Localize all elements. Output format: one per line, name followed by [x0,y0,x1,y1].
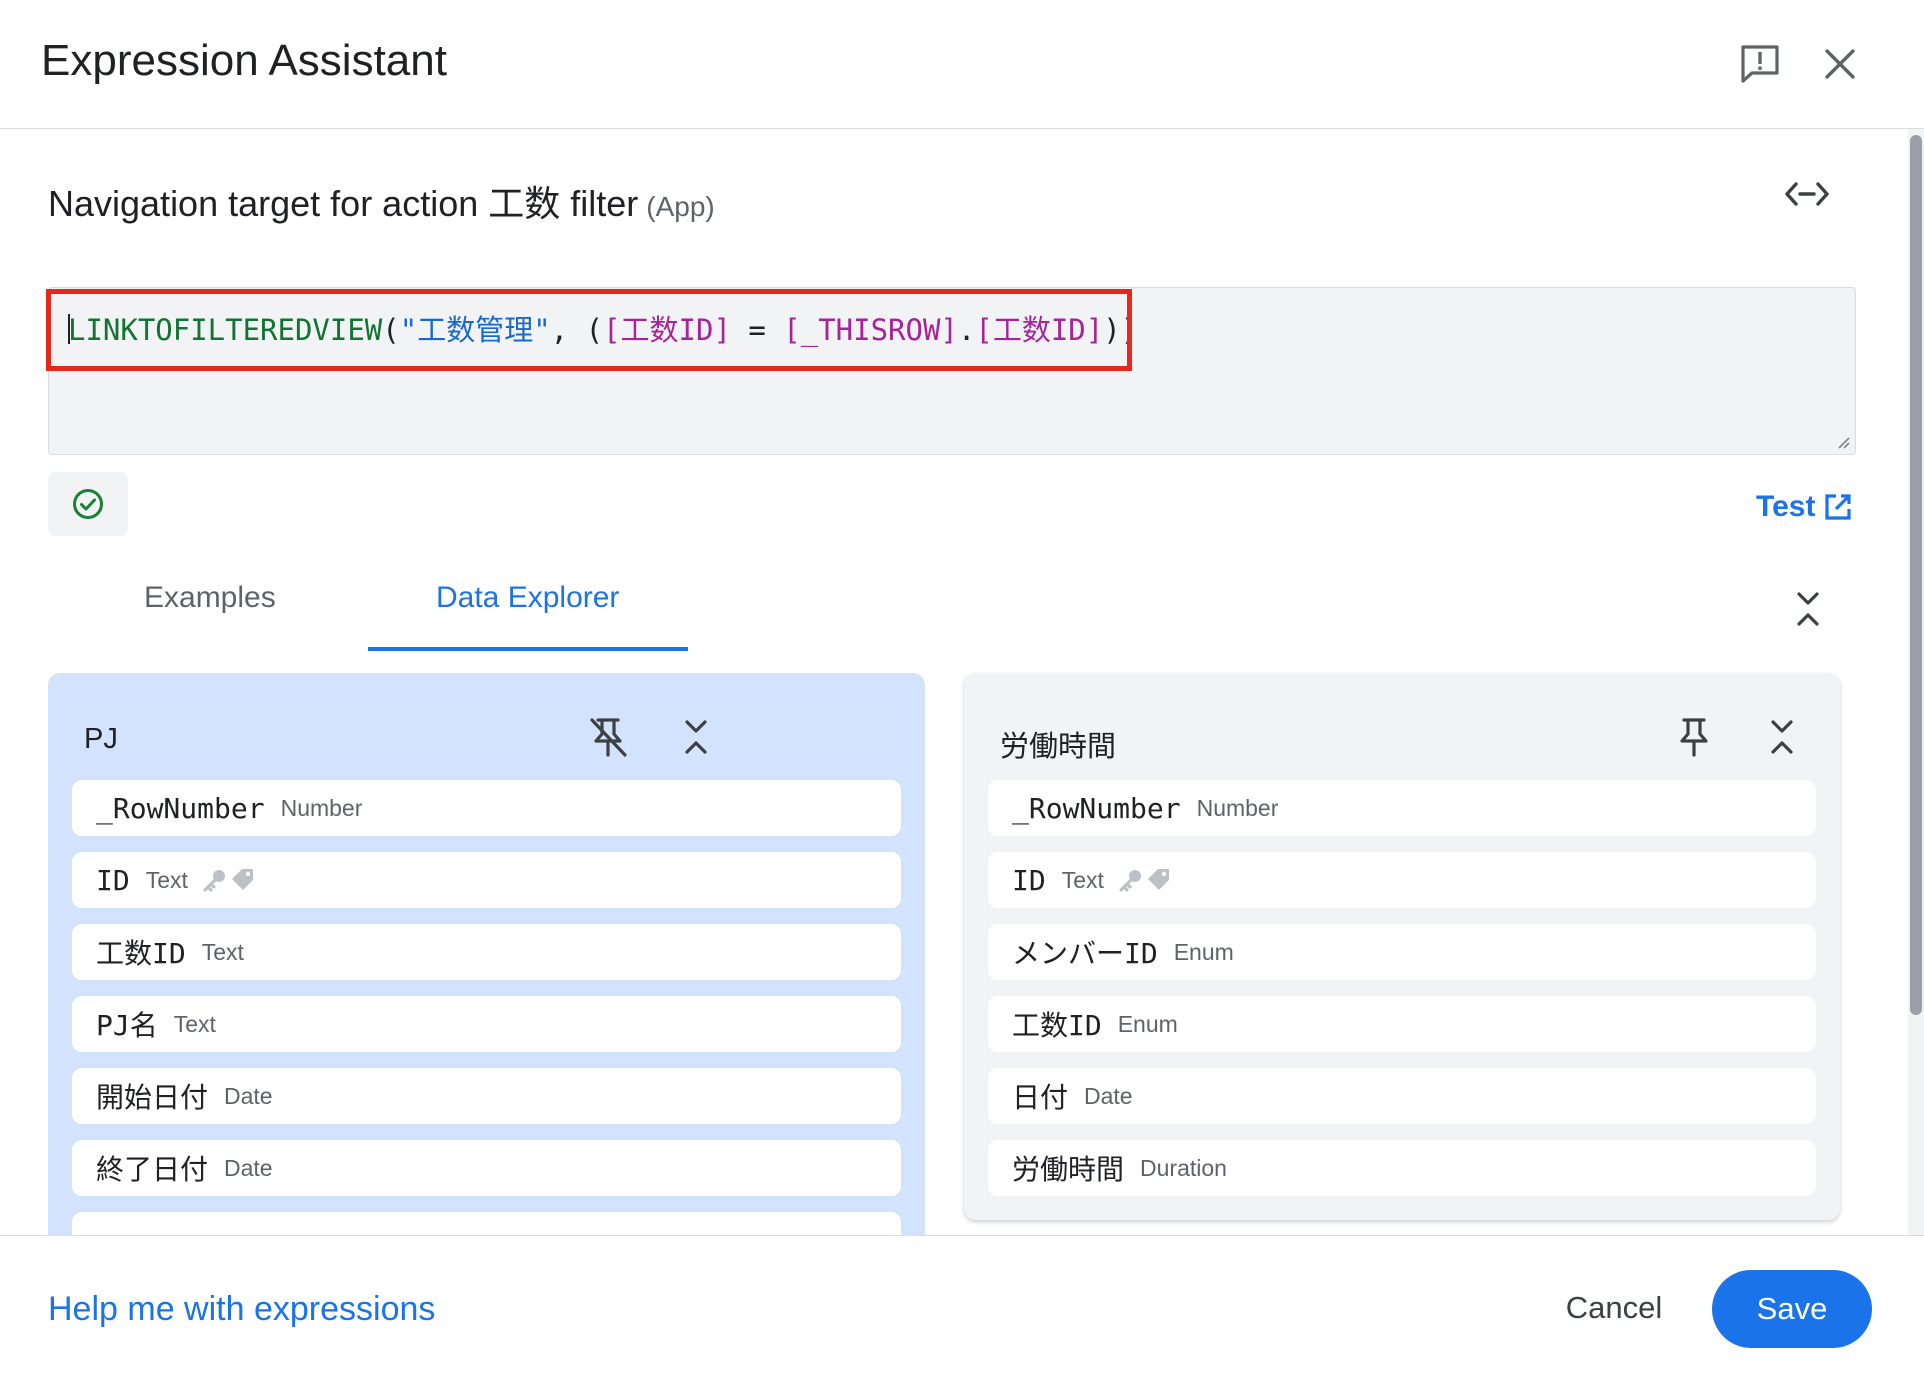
collapse-all-button[interactable] [1786,581,1830,637]
unfold-less-icon [1797,592,1819,626]
test-link-label: Test [1756,490,1816,523]
open-in-new-icon [1825,494,1852,520]
context-label: Navigation target for action 工数 filter [48,183,639,224]
collapse-panel-button[interactable] [1754,709,1810,765]
field-name: PJ名 [96,1009,158,1042]
field-type: Enum [1117,1010,1178,1037]
field-row[interactable]: 工数ID Text [72,924,901,980]
close-button[interactable] [1814,38,1866,90]
save-button[interactable]: Save [1712,1270,1872,1348]
expression-text[interactable]: LINKTOFILTEREDVIEW("工数管理", ([工数ID] = [_T… [68,307,1138,349]
field-row[interactable]: 工数ID Enum [988,996,1816,1052]
field-row[interactable]: 終了日付 Date [72,1140,901,1196]
field-row[interactable]: メンバーID Enum [988,924,1816,980]
expr-table-arg: "工数管理" [399,313,551,347]
pin-off-icon [590,718,627,757]
field-type: Text [173,1010,216,1037]
feedback-icon [1741,45,1779,83]
help-expressions-link[interactable]: Help me with expressions [48,1290,435,1329]
field-type: Text [201,938,244,965]
key-icon [203,870,225,892]
field-type: Text [1061,866,1104,893]
expr-operator: = [730,313,784,347]
context-title: Navigation target for action 工数 filter (A… [48,175,715,227]
field-type: Text [145,866,188,893]
panel-title: 労働時間 [1000,731,1117,763]
field-name: メンバーID [1012,937,1158,970]
table-panel-labor-hours: 労働時間 _RowNumberNumber IDText メンバーIDEn [964,673,1840,1220]
unfold-less-icon [685,720,707,754]
field-list: _RowNumber Number ID Text 工数ID Text PJ名 Text… [72,780,901,1235]
scrollbar-thumb[interactable] [1910,135,1922,1015]
field-name: ID [1012,863,1046,897]
expr-close-paren: )) [1103,313,1139,347]
context-suffix: (App) [646,191,715,222]
field-type: Duration [1140,1154,1227,1181]
field-name: 工数ID [96,937,186,970]
test-link[interactable]: Test [1756,490,1853,524]
check-circle-icon [73,489,103,519]
tab-data-explorer[interactable]: Data Explorer [436,581,619,615]
code-brackets-icon [1785,182,1829,206]
dialog-content[interactable]: Navigation target for action 工数 filter (A… [0,129,1908,1235]
resize-grip-icon[interactable] [1836,435,1850,449]
field-name: _RowNumber [1012,791,1181,825]
cancel-button[interactable]: Cancel [1548,1270,1680,1346]
active-tab-indicator [368,647,688,651]
dialog-footer: Help me with expressions Cancel Save [0,1235,1924,1381]
feedback-button[interactable] [1734,38,1786,90]
field-list: _RowNumber Number ID Text メンバーID Enum 工数ID E… [988,780,1816,1212]
field-row[interactable]: 開始日付 Date [72,1068,901,1124]
field-row[interactable]: _RowNumber Number [72,780,901,836]
field-row[interactable]: 日付 Date [988,1068,1816,1124]
expr-column-left: [工数ID] [603,313,731,347]
expr-separator: , ( [550,313,604,347]
expr-function: LINKTOFILTEREDVIEW [68,313,383,347]
field-type: Number [280,794,363,821]
pin-button[interactable] [1666,709,1722,765]
field-row[interactable]: ID Text [988,852,1816,908]
expr-open-paren: ( [382,313,400,347]
label-tag-icon [231,869,253,890]
expr-column-right: [工数ID] [975,313,1104,347]
label-tag-icon [1147,869,1169,890]
field-name: 終了日付 [96,1153,209,1186]
pin-icon [1680,718,1708,757]
unpin-button[interactable] [580,709,636,765]
table-panel-pj: PJ _RowNumber Number ID Text 工数ID Text P… [48,673,925,1235]
field-name: 工数ID [1012,1009,1102,1042]
field-type: Date [1084,1082,1133,1109]
dialog-header: Expression Assistant [0,0,1924,129]
unfold-less-icon [1771,720,1793,754]
field-type: Date [224,1082,273,1109]
field-type: Number [1196,794,1279,821]
field-type: Enum [1173,938,1234,965]
field-row-partial[interactable] [72,1212,901,1235]
field-row[interactable]: PJ名 Text [72,996,901,1052]
field-row[interactable]: _RowNumber Number [988,780,1816,836]
close-icon [1825,49,1855,79]
code-view-toggle[interactable] [1778,169,1836,219]
tab-examples[interactable]: Examples [144,581,276,615]
validation-status [48,472,128,536]
field-name: 開始日付 [96,1081,209,1114]
field-type: Date [224,1154,273,1181]
field-name: 日付 [1012,1081,1069,1114]
panel-title: PJ [84,723,118,755]
key-label-icons [1118,867,1172,893]
key-label-icons [202,867,256,893]
expr-dot: . [957,313,976,347]
field-row[interactable]: 労働時間 Duration [988,1140,1816,1196]
key-icon [1119,870,1141,892]
field-row[interactable]: ID Text [72,852,901,908]
field-name: ID [96,863,130,897]
field-name: 労働時間 [1012,1153,1125,1186]
expr-thisrow: [_THISROW] [783,313,958,347]
field-name: _RowNumber [96,791,265,825]
collapse-panel-button[interactable] [668,709,724,765]
dialog-title: Expression Assistant [41,36,447,85]
